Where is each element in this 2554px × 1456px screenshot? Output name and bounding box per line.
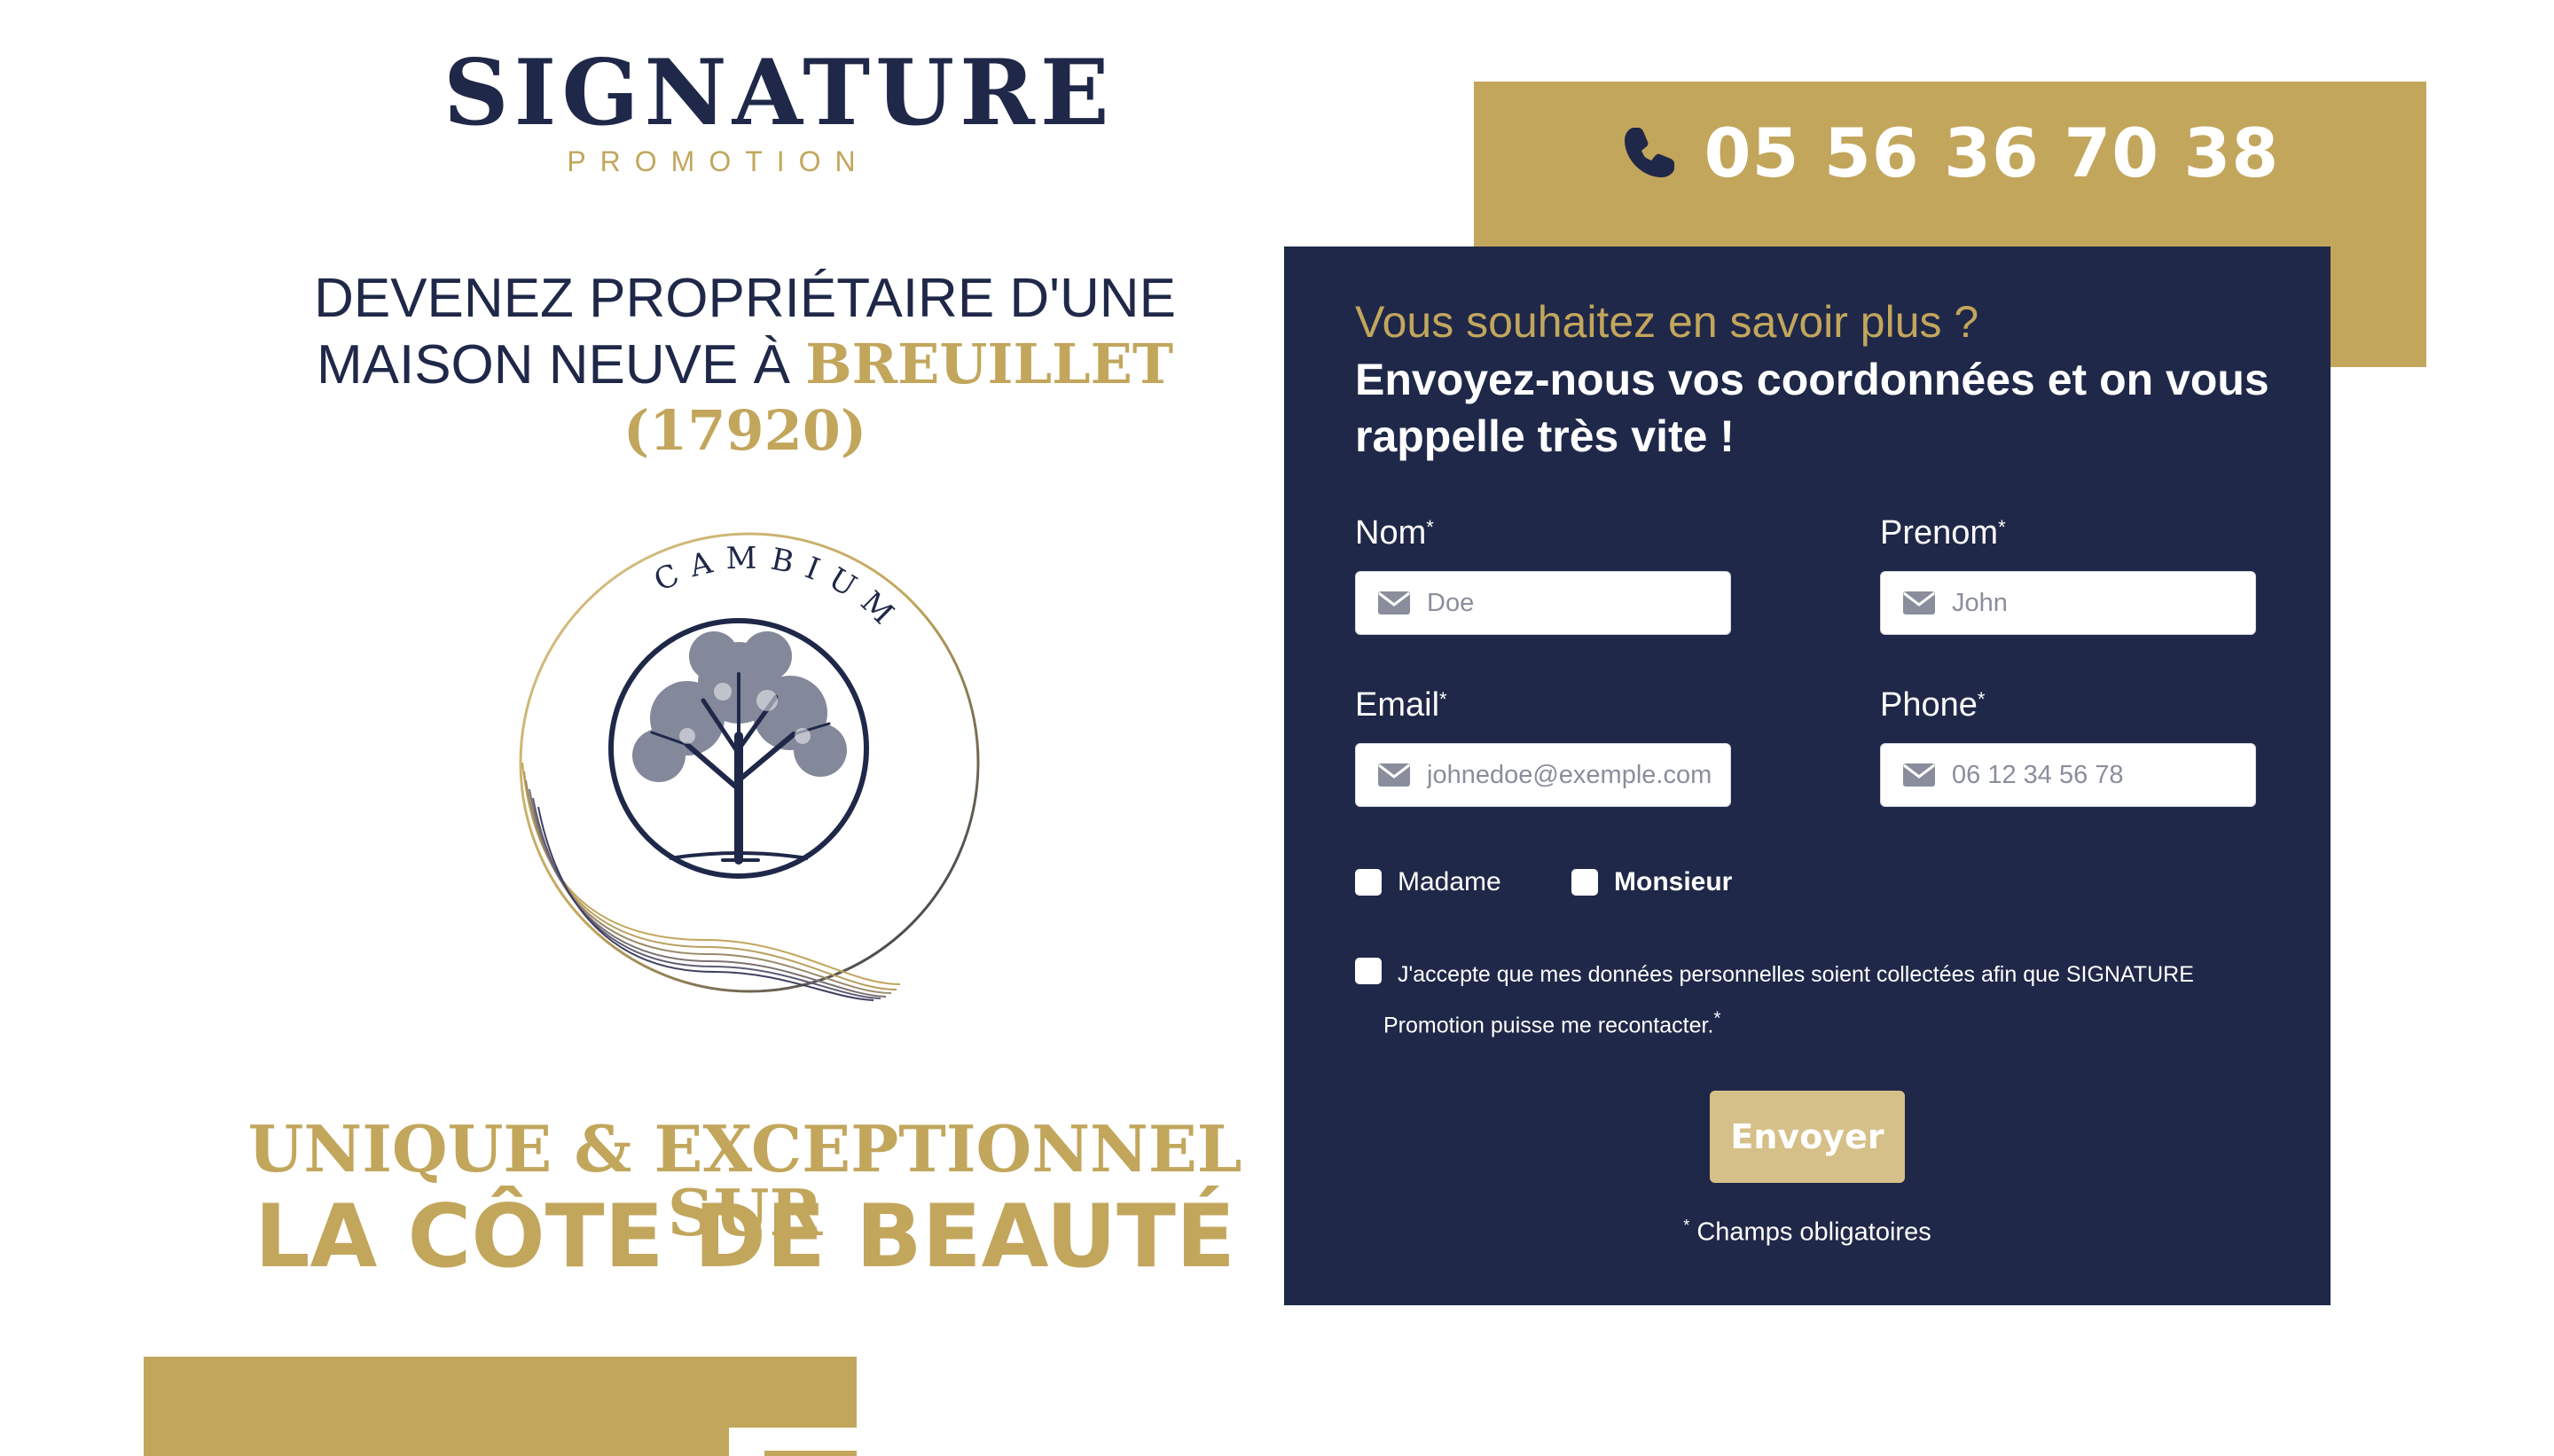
- tagline-line-2: LA CÔTE DE BEAUTÉ: [255, 1186, 1235, 1288]
- bottom-gold-line: [764, 1451, 857, 1456]
- madame-label: Madame: [1398, 867, 1501, 896]
- consent-line-1: J'accepte que mes données personnelles s…: [1398, 962, 2194, 987]
- brand-tagline: PROMOTION: [567, 145, 870, 177]
- phone-link[interactable]: 05 56 36 70 38: [1474, 99, 2426, 206]
- page-headline: DEVENEZ PROPRIÉTAIRE D'UNE MAISON NEUVE …: [239, 266, 1250, 465]
- headline-prefix: MAISON NEUVE À: [316, 334, 806, 395]
- mail-icon: [1903, 763, 1935, 787]
- monsieur-checkbox[interactable]: [1571, 869, 1598, 896]
- prenom-label: Prenom*: [1880, 514, 2006, 552]
- prenom-input[interactable]: [1952, 588, 2245, 618]
- headline-line-2: MAISON NEUVE À BREUILLET (17920): [239, 332, 1250, 465]
- mail-icon: [1378, 763, 1410, 787]
- nom-input[interactable]: [1427, 588, 1720, 618]
- contact-form: Vous souhaitez en savoir plus ? Envoyez-…: [1284, 247, 2331, 1305]
- cambium-emblem: CAMBIUM: [519, 532, 980, 1001]
- email-label: Email*: [1355, 686, 1447, 724]
- email-field[interactable]: [1355, 743, 1731, 807]
- consent-line-2-wrap: Promotion puisse me recontacter.*: [1383, 1008, 1721, 1038]
- consent-line-2: Promotion puisse me recontacter.: [1383, 1013, 1714, 1038]
- brand-logo[interactable]: SIGNATURE PROMOTION: [443, 35, 1115, 186]
- brand-name: SIGNATURE: [443, 40, 1115, 146]
- madame-checkbox[interactable]: [1355, 869, 1382, 896]
- mail-icon: [1378, 591, 1410, 614]
- monsieur-option[interactable]: Monsieur: [1571, 867, 1732, 897]
- phone-icon: [1624, 128, 1674, 177]
- submit-button[interactable]: Envoyer: [1710, 1091, 1905, 1183]
- phone-field[interactable]: [1880, 743, 2256, 807]
- consent-text: J'accepte que mes données personnelles s…: [1355, 952, 2277, 1047]
- madame-option[interactable]: Madame: [1355, 867, 1501, 897]
- email-input[interactable]: [1427, 760, 1720, 790]
- nom-field[interactable]: [1355, 571, 1731, 635]
- required-note: * Champs obligatoires: [1683, 1217, 1931, 1247]
- headline-line-1: DEVENEZ PROPRIÉTAIRE D'UNE: [314, 268, 1176, 329]
- phone-input[interactable]: [1952, 760, 2245, 790]
- nom-label: Nom*: [1355, 514, 1434, 552]
- phone-label: Phone*: [1880, 686, 1986, 724]
- phone-number[interactable]: 05 56 36 70 38: [1704, 114, 2280, 192]
- form-lead: Envoyez-nous vos coordonnées et on vous …: [1355, 355, 2269, 461]
- prenom-field[interactable]: [1880, 571, 2256, 635]
- form-question: Vous souhaitez en savoir plus ?: [1355, 297, 1979, 347]
- monsieur-label: Monsieur: [1614, 867, 1733, 896]
- mail-icon: [1903, 591, 1935, 614]
